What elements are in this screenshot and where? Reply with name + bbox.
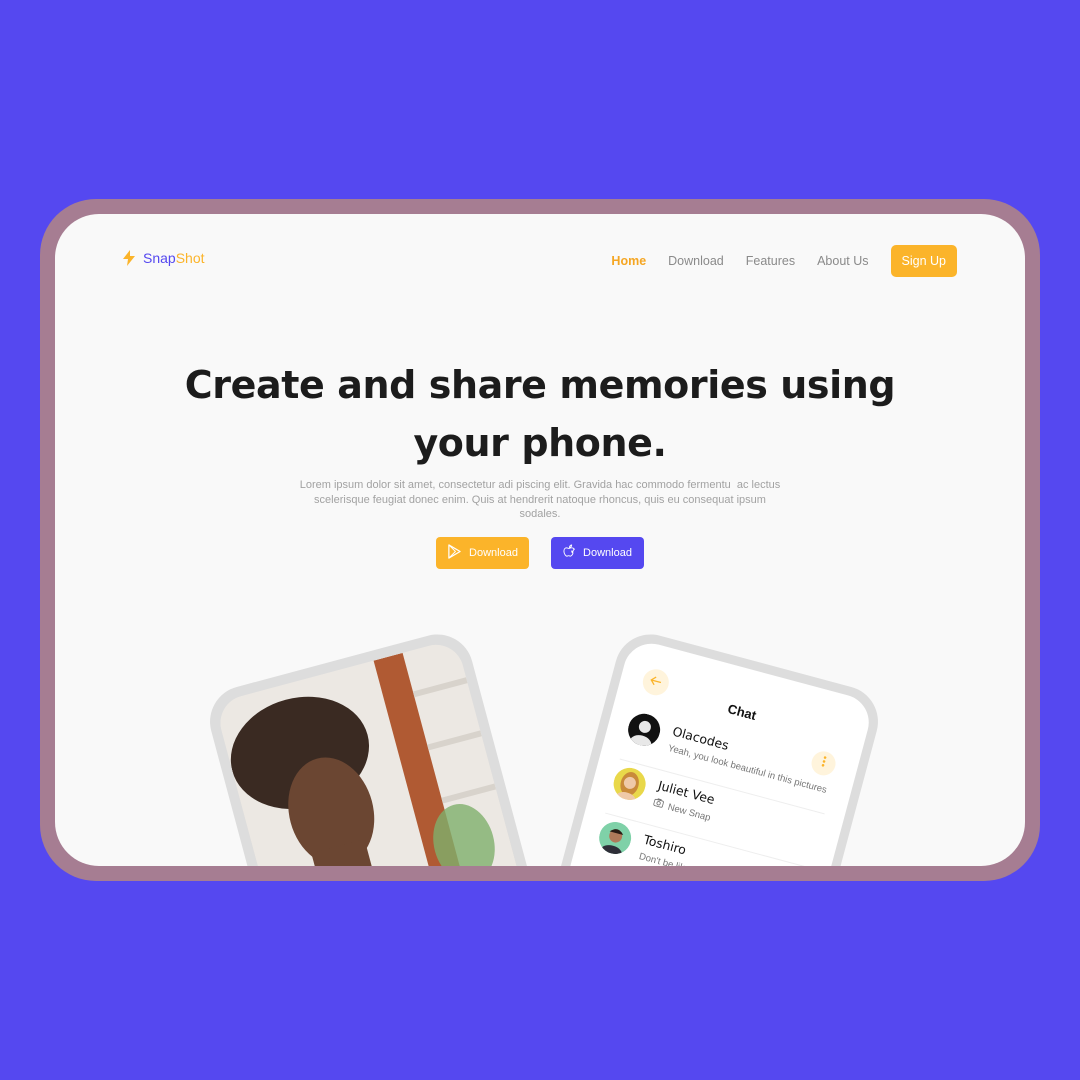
photo-woman-with-camera [214,638,562,866]
nav-link-about-us[interactable]: About Us [817,254,868,268]
chat-screen: Chat Olacodes Yeah, you look beautiful i… [524,637,876,866]
hero-subtext: Lorem ipsum dolor sit amet, consectetur … [285,478,795,522]
avatar-olacodes [624,710,664,750]
camera-icon [652,797,665,811]
subtext-line-3: sodales. [519,508,561,520]
brand-name: SnapShot [143,250,205,266]
nav-link-download[interactable]: Download [668,254,724,268]
hero-headline: Create and share memories using your pho… [55,356,1025,472]
nav-link-home[interactable]: Home [611,254,646,268]
phone-mockup-chat: Chat Olacodes Yeah, you look beautiful i… [513,626,887,866]
headline-line-1: Create and share memories using [184,363,896,407]
subtext-line-2: scelerisque feugiat donec enim. Quis at … [314,493,766,506]
brand-logo[interactable]: SnapShot [123,250,205,266]
download-app-store-button[interactable]: Download [551,537,644,569]
brand-name-part2: Shot [175,250,205,266]
phone-mockup-photo [201,626,575,866]
nav-link-features[interactable]: Features [746,254,795,268]
top-nav: Home Download Features About Us Sign Up [611,245,957,277]
landing-page: SnapShot Home Download Features About Us… [55,214,1025,866]
avatar-juliet-vee [610,764,650,804]
play-store-icon [447,544,462,562]
download-app-store-label: Download [583,547,632,559]
brand-name-part1: Snap [143,250,176,266]
download-play-store-button[interactable]: Download [436,537,529,569]
download-play-store-label: Download [469,547,518,559]
headline-line-2: your phone. [413,421,667,465]
sign-up-button[interactable]: Sign Up [890,245,957,277]
avatar-toshiro [595,818,635,858]
apple-icon [563,544,576,562]
subtext-line-1: Lorem ipsum dolor sit amet, consectetur … [299,479,781,491]
bolt-icon [123,250,135,266]
